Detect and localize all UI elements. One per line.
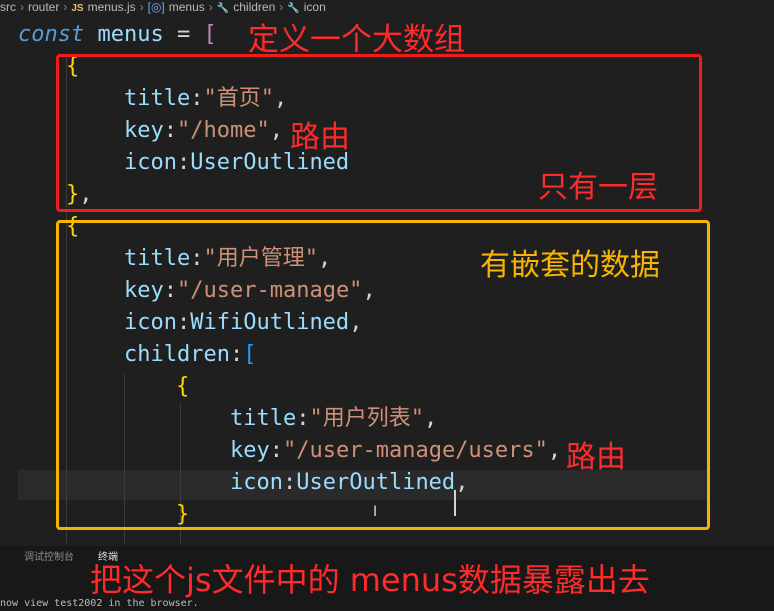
code-token: const <box>18 22 85 47</box>
code-token: menus <box>84 22 164 47</box>
chevron-right-icon: › <box>279 0 284 14</box>
variable-symbol-icon: [◎] <box>147 0 165 14</box>
chevron-right-icon: › <box>139 0 144 14</box>
chevron-right-icon: › <box>208 0 213 14</box>
breadcrumb-item[interactable]: menus.js <box>88 0 136 14</box>
code-token: [ <box>203 22 217 47</box>
breadcrumb-item[interactable]: children <box>233 0 275 14</box>
breadcrumb-item[interactable]: menus <box>169 0 205 14</box>
chevron-right-icon: › <box>63 0 68 14</box>
annotation-export-note: 把这个js文件中的 menus数据暴露出去 <box>90 561 650 599</box>
code-token: = <box>163 22 204 47</box>
breadcrumb-item[interactable]: router <box>28 0 59 14</box>
annotation-single-level: 只有一层 <box>538 170 658 205</box>
breadcrumb-item[interactable]: icon <box>304 0 326 14</box>
annotation-route-1: 路由 <box>290 120 350 155</box>
code-line: const menus = [ <box>18 20 217 50</box>
annotation-route-2: 路由 <box>566 440 626 475</box>
annotation-nested-data: 有嵌套的数据 <box>480 248 660 283</box>
tab-debug-console[interactable]: 调试控制台 <box>24 548 74 563</box>
annotation-define-array: 定义一个大数组 <box>248 22 465 58</box>
js-file-icon: JS <box>71 3 84 14</box>
wrench-icon: 🔧 <box>287 3 300 14</box>
breadcrumb-item[interactable]: src <box>0 0 16 14</box>
wrench-icon: 🔧 <box>216 3 230 14</box>
breadcrumb: src › router › JS menus.js › [◎] menus › 🔧 children… <box>0 0 774 14</box>
chevron-right-icon: › <box>20 0 24 14</box>
